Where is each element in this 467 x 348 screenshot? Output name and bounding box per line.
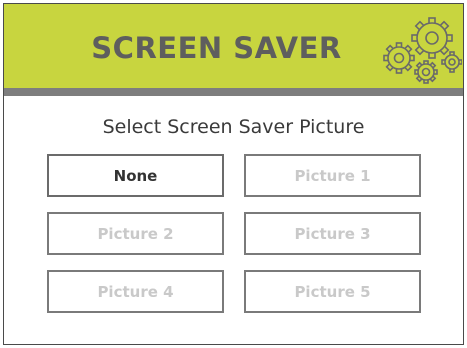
screen-saver-prompt: Select Screen Saver Picture [102,116,365,138]
option-picture-2-button[interactable]: Picture 2 [47,212,224,255]
option-picture-4-button[interactable]: Picture 4 [47,270,224,313]
header-divider [4,88,463,96]
option-picture-5-button[interactable]: Picture 5 [244,270,421,313]
option-none-button[interactable]: None [47,154,224,197]
option-picture-1-button[interactable]: Picture 1 [244,154,421,197]
option-picture-3-button[interactable]: Picture 3 [244,212,421,255]
header-bar: SCREEN SAVER [4,4,463,88]
screen-saver-panel: SCREEN SAVER Select Screen Saver Picture… [3,3,464,345]
gears-icon [383,17,462,84]
